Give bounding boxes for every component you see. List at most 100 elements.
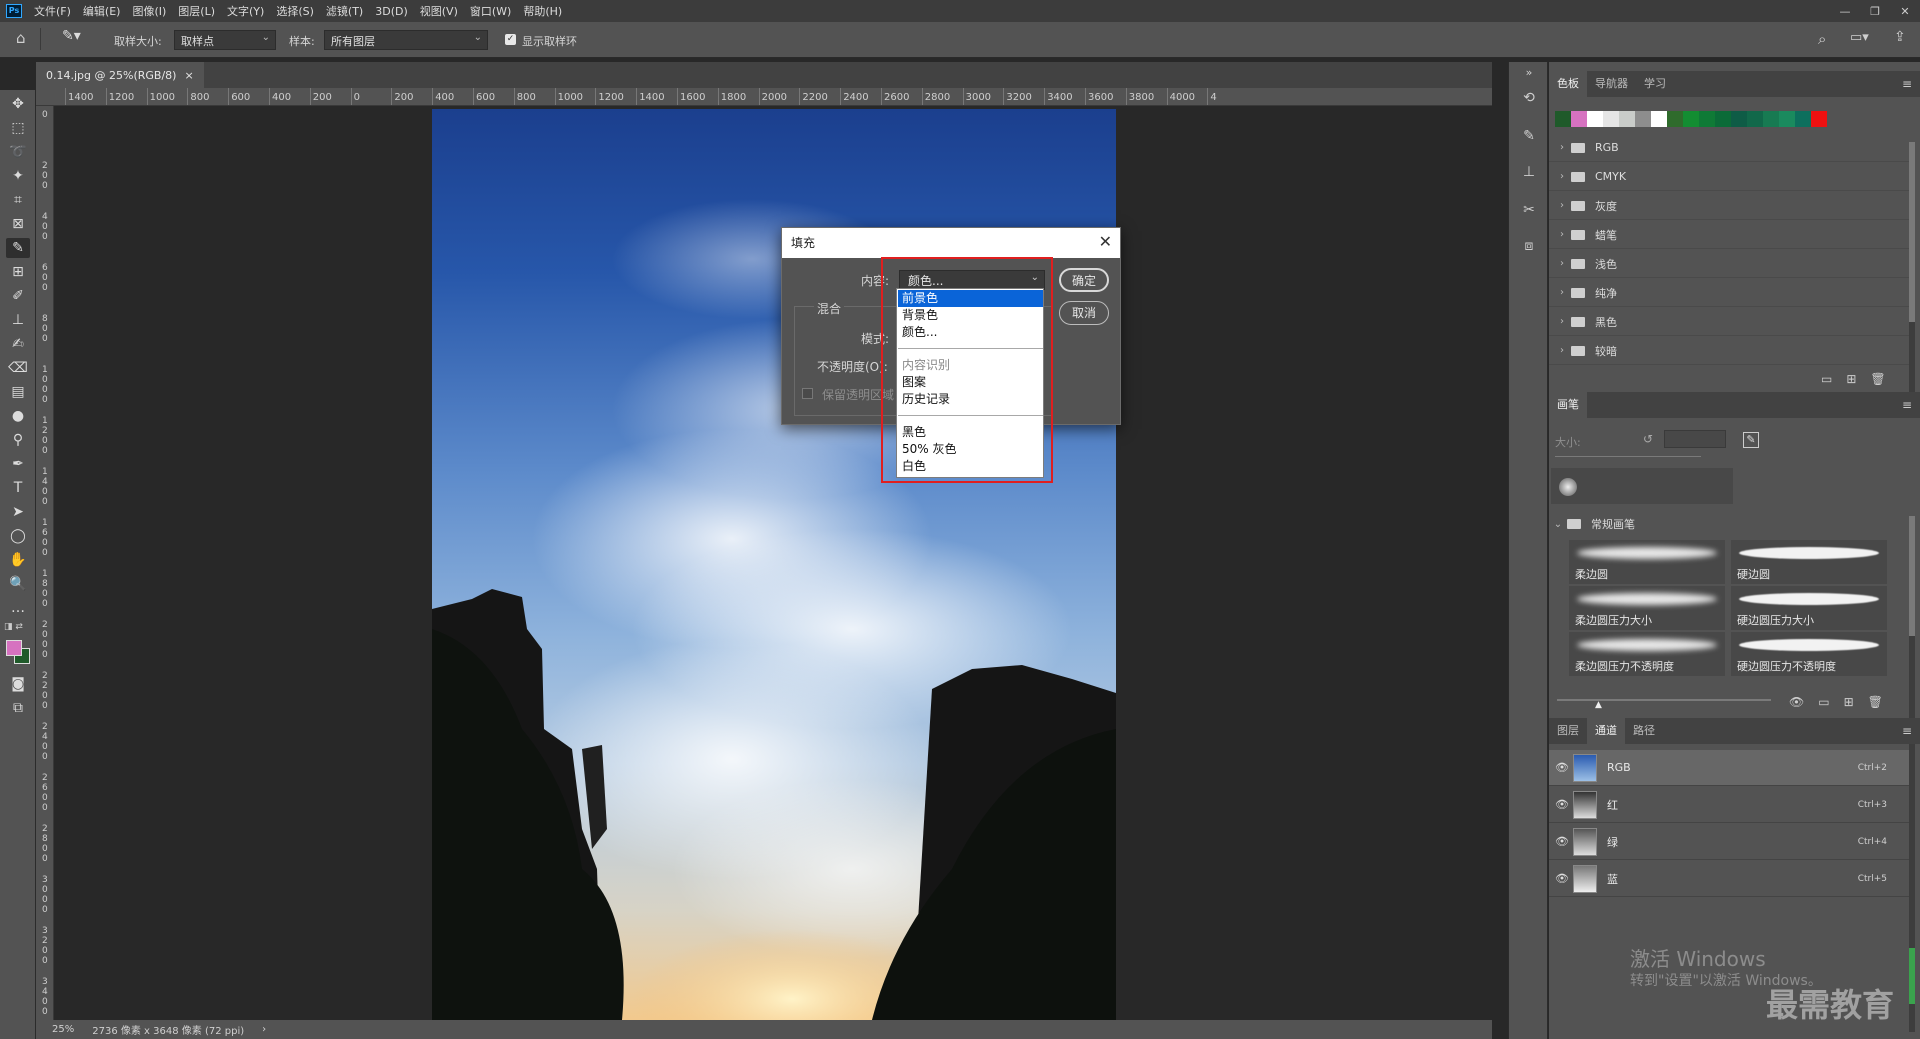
color-swatch[interactable] <box>1747 111 1763 127</box>
brush-group-general[interactable]: ⌄ 常规画笔 <box>1549 514 1909 534</box>
reset-icon[interactable]: ↺ <box>1643 432 1653 446</box>
tab-layers[interactable]: 图层 <box>1549 718 1587 744</box>
frame-tool-icon[interactable]: ⊠ <box>6 214 30 234</box>
color-swatch[interactable] <box>1795 111 1811 127</box>
scrollbar-thumb[interactable] <box>1909 948 1915 1004</box>
tools-icon[interactable]: ✂ <box>1519 202 1539 222</box>
crop-tool-icon[interactable]: ⌗ <box>6 190 30 210</box>
color-swatch[interactable] <box>1811 111 1827 127</box>
scrollbar[interactable] <box>1909 516 1915 752</box>
history-brush-tool-icon[interactable]: ✍ <box>6 334 30 354</box>
move-tool-icon[interactable]: ✥ <box>6 94 30 114</box>
share-icon[interactable]: ⇪ <box>1894 29 1906 45</box>
swatch-group-cmyk[interactable]: › CMYK <box>1549 163 1909 191</box>
color-swatch[interactable] <box>1731 111 1747 127</box>
scrollbar[interactable] <box>1909 752 1915 1032</box>
menu-window[interactable]: 窗口(W) <box>470 3 511 19</box>
brush-settings-toggle-icon[interactable]: ✎ <box>1743 432 1759 448</box>
ok-button[interactable]: 确定 <box>1059 268 1109 292</box>
collapse-icon[interactable]: » <box>1519 66 1539 86</box>
show-ring-checkbox[interactable]: ✓ <box>505 34 516 45</box>
restore-button[interactable]: ❐ <box>1860 0 1890 22</box>
quick-mask-icon[interactable]: ◙ <box>6 674 30 694</box>
color-swatch[interactable] <box>1651 111 1667 127</box>
default-colors-icon[interactable]: ◨ ⇄ <box>4 622 23 632</box>
close-icon[interactable]: ✕ <box>1099 234 1112 250</box>
stamp-tool-icon[interactable]: ⊥ <box>6 310 30 330</box>
menu-layer[interactable]: 图层(L) <box>178 3 215 19</box>
color-swatch[interactable] <box>1555 111 1571 127</box>
brush-settings-icon[interactable]: ✎ <box>1519 128 1539 148</box>
color-swatch[interactable] <box>1603 111 1619 127</box>
menu-edit[interactable]: 编辑(E) <box>83 3 121 19</box>
ellipse-tool-icon[interactable]: ◯ <box>6 526 30 546</box>
healing-brush-tool-icon[interactable]: ⊞ <box>6 262 30 282</box>
eye-icon[interactable]: 👁 <box>1551 835 1573 848</box>
sample-size-select[interactable]: 取样点 ⌄ <box>174 30 276 50</box>
color-swatch[interactable] <box>1571 111 1587 127</box>
tab-brush[interactable]: 画笔 <box>1549 392 1587 418</box>
menu-image[interactable]: 图像(I) <box>132 3 166 19</box>
eye-icon[interactable]: 👁 <box>1551 798 1573 811</box>
preserve-transparency-checkbox[interactable] <box>802 388 813 399</box>
document-tab[interactable]: 0.14.jpg @ 25%(RGB/8) × <box>36 62 204 88</box>
color-swatch[interactable] <box>1779 111 1795 127</box>
scrollbar-thumb[interactable] <box>1909 516 1915 636</box>
foreground-color-swatch[interactable] <box>6 640 22 656</box>
menu-filter[interactable]: 滤镜(T) <box>326 3 363 19</box>
channel-row-green[interactable]: 👁 绿 Ctrl+4 <box>1549 824 1909 860</box>
minimize-button[interactable]: — <box>1830 0 1860 22</box>
swatch-footer-icons[interactable]: ▭⊞🗑 <box>1821 372 1900 386</box>
path-selection-tool-icon[interactable]: ➤ <box>6 502 30 522</box>
size-slider[interactable] <box>1555 456 1701 457</box>
close-tab-icon[interactable]: × <box>184 69 193 82</box>
history-panel-icon[interactable]: ⟲ <box>1519 90 1539 110</box>
color-swatch[interactable] <box>1635 111 1651 127</box>
menu-file[interactable]: 文件(F) <box>34 3 71 19</box>
eye-icon[interactable]: 👁 <box>1551 761 1573 774</box>
panel-menu-icon[interactable]: ≡ <box>1902 398 1912 412</box>
more-tools-icon[interactable]: … <box>6 598 30 618</box>
marquee-tool-icon[interactable]: ⬚ <box>6 118 30 138</box>
color-swatch[interactable] <box>1619 111 1635 127</box>
brush-item[interactable]: 硬边圆压力大小 <box>1731 586 1887 630</box>
swatch-group-grayscale[interactable]: › 灰度 <box>1549 192 1909 220</box>
cancel-button[interactable]: 取消 <box>1059 301 1109 325</box>
slider-handle-icon[interactable]: ▲ <box>1595 700 1602 710</box>
brush-item[interactable]: 硬边圆压力不透明度 <box>1731 632 1887 676</box>
lasso-tool-icon[interactable]: ➰ <box>6 142 30 162</box>
swatch-group-rgb[interactable]: › RGB <box>1549 134 1909 162</box>
eye-icon[interactable]: 👁 <box>1551 872 1573 885</box>
tab-paths[interactable]: 路径 <box>1625 718 1663 744</box>
chevron-right-icon[interactable]: › <box>262 1024 266 1035</box>
eyedropper-preset-icon[interactable]: ✎▾ <box>62 28 81 44</box>
brush-tool-icon[interactable]: ✐ <box>6 286 30 306</box>
sample-select[interactable]: 所有图层 ⌄ <box>324 30 488 50</box>
canvas-area[interactable] <box>54 106 1492 1020</box>
screen-mode-icon[interactable]: ⧉ <box>6 698 30 718</box>
workspace-icon[interactable]: ▭▾ <box>1850 30 1869 45</box>
type-tool-icon[interactable]: T <box>6 478 30 498</box>
color-swatch[interactable] <box>1667 111 1683 127</box>
home-icon[interactable]: ⌂ <box>16 29 26 47</box>
color-swatch[interactable] <box>1683 111 1699 127</box>
color-swatch[interactable] <box>1699 111 1715 127</box>
menu-help[interactable]: 帮助(H) <box>523 3 562 19</box>
pen-tool-icon[interactable]: ✒ <box>6 454 30 474</box>
color-swatch[interactable] <box>1763 111 1779 127</box>
swatch-group-pastel[interactable]: › 蜡笔 <box>1549 221 1909 249</box>
brush-item[interactable]: 柔边圆压力不透明度 <box>1569 632 1725 676</box>
menu-select[interactable]: 选择(S) <box>276 3 314 19</box>
menu-type[interactable]: 文字(Y) <box>227 3 264 19</box>
color-swatch[interactable] <box>1587 111 1603 127</box>
swatch-group-dark[interactable]: › 较暗 <box>1549 337 1909 365</box>
brush-footer-icons[interactable]: 👁▭⊞🗑 <box>1789 695 1897 709</box>
swatch-group-black[interactable]: › 黑色 <box>1549 308 1909 336</box>
brush-item[interactable]: 柔边圆压力大小 <box>1569 586 1725 630</box>
blur-tool-icon[interactable]: ● <box>6 406 30 426</box>
close-window-button[interactable]: ✕ <box>1890 0 1920 22</box>
menu-view[interactable]: 视图(V) <box>420 3 458 19</box>
swatch-group-light[interactable]: › 浅色 <box>1549 250 1909 278</box>
eraser-tool-icon[interactable]: ⌫ <box>6 358 30 378</box>
panel-menu-icon[interactable]: ≡ <box>1902 724 1912 738</box>
